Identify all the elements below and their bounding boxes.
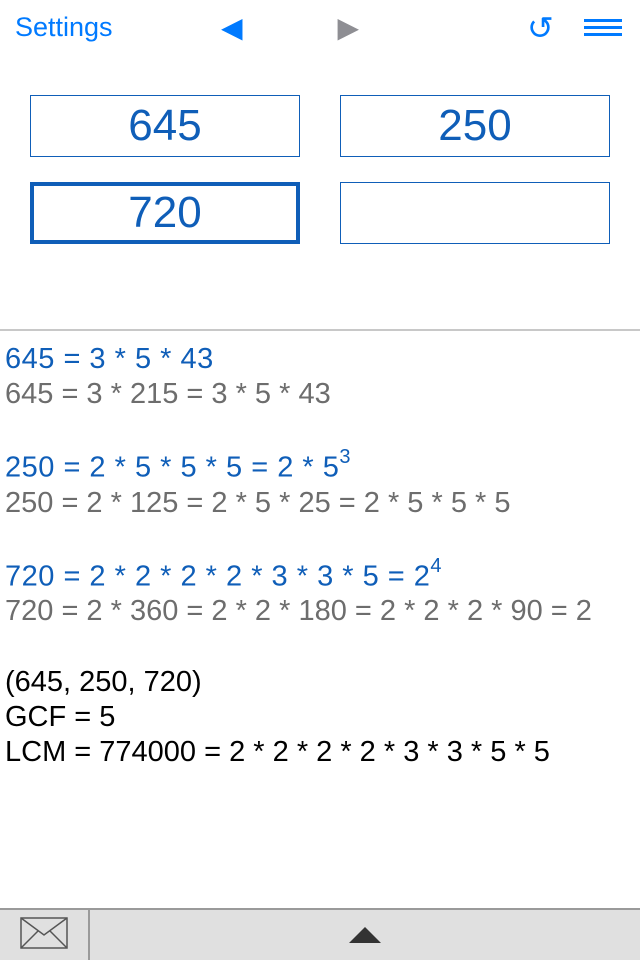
prime-factorization-645: 645 = 3 * 5 * 43 (5, 343, 635, 376)
prime-factorization-250: 250 = 2 * 5 * 5 * 5 = 2 * 53 (5, 449, 635, 485)
undo-icon[interactable]: ↻ (527, 9, 554, 47)
menu-icon[interactable] (584, 19, 622, 36)
factorization-645: 645 = 3 * 5 * 43 645 = 3 * 215 = 3 * 5 *… (5, 343, 635, 411)
top-right-controls: ↻ (527, 9, 622, 47)
summary-block: (645, 250, 720) GCF = 5 LCM = 774000 = 2… (5, 666, 635, 769)
factorization-steps-250: 250 = 2 * 125 = 2 * 5 * 25 = 2 * 5 * 5 *… (5, 487, 635, 520)
factorization-steps-645: 645 = 3 * 215 = 3 * 5 * 43 (5, 378, 635, 411)
nav-arrows: ◀ ▶ (251, 11, 389, 44)
mail-button[interactable] (0, 910, 90, 960)
chevron-up-icon (349, 927, 381, 943)
prev-arrow-icon[interactable]: ◀ (221, 11, 243, 44)
number-input-4[interactable] (340, 182, 610, 244)
input-grid: 645 250 720 (0, 55, 640, 274)
bottom-bar (0, 908, 640, 960)
prime-factorization-720: 720 = 2 * 2 * 2 * 2 * 3 * 3 * 5 = 24 (5, 558, 635, 594)
number-input-1[interactable]: 645 (30, 95, 300, 157)
top-bar: Settings ◀ ▶ ↻ (0, 0, 640, 55)
next-arrow-icon[interactable]: ▶ (338, 11, 360, 44)
number-tuple: (645, 250, 720) (5, 666, 635, 699)
lcm-result: LCM = 774000 = 2 * 2 * 2 * 2 * 3 * 3 * 5… (5, 736, 635, 769)
number-input-3[interactable]: 720 (30, 182, 300, 244)
number-input-2[interactable]: 250 (340, 95, 610, 157)
factorization-720: 720 = 2 * 2 * 2 * 2 * 3 * 3 * 5 = 24 720… (5, 558, 635, 629)
factorization-250: 250 = 2 * 5 * 5 * 5 = 2 * 53 250 = 2 * 1… (5, 449, 635, 520)
mail-icon (20, 917, 68, 954)
expand-button[interactable] (90, 927, 640, 943)
factorization-steps-720: 720 = 2 * 360 = 2 * 2 * 180 = 2 * 2 * 2 … (5, 595, 635, 628)
gcf-result: GCF = 5 (5, 701, 635, 734)
settings-button[interactable]: Settings (15, 12, 113, 43)
results-panel: 645 = 3 * 5 * 43 645 = 3 * 215 = 3 * 5 *… (0, 329, 640, 904)
